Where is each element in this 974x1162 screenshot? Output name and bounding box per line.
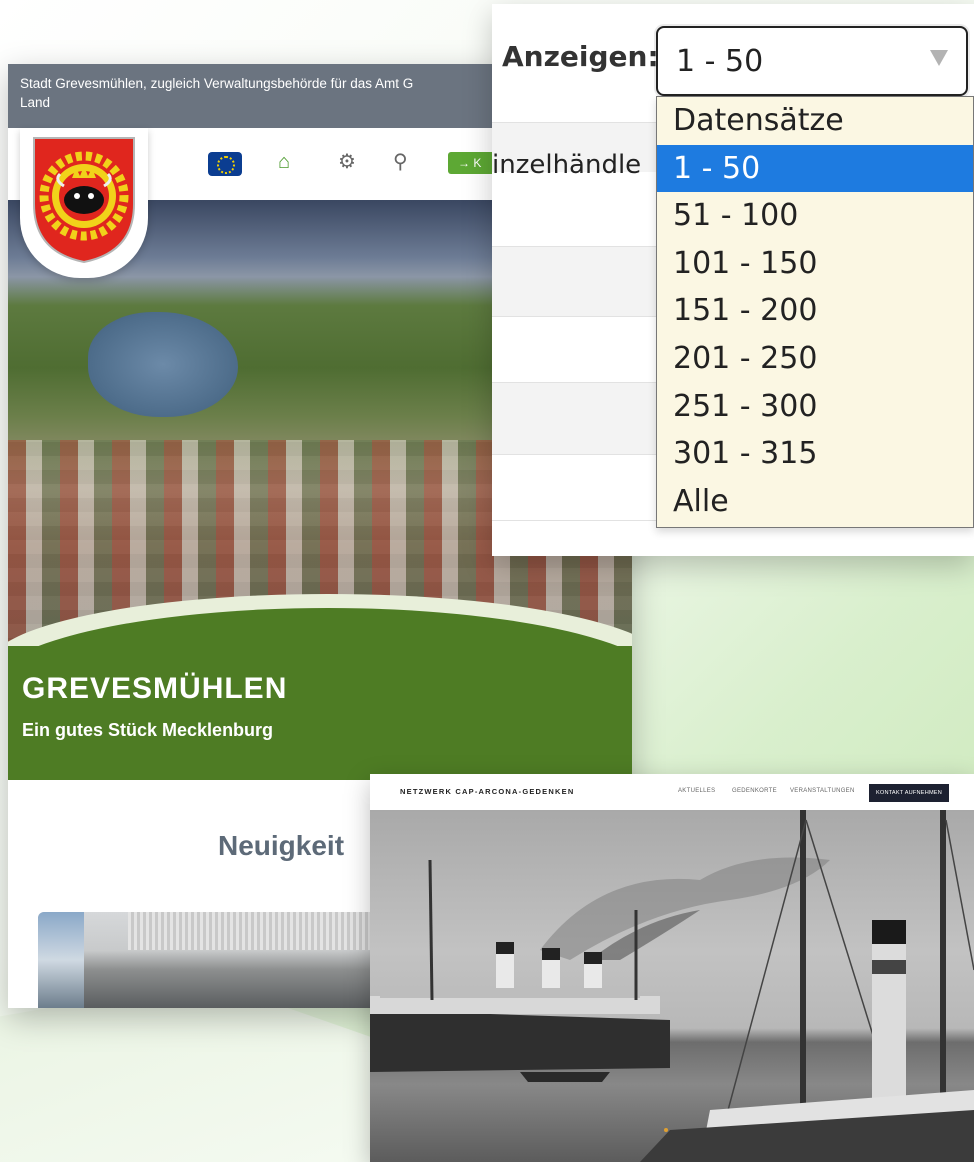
home-icon[interactable]: ⌂	[278, 150, 290, 174]
select-option[interactable]: 101 - 150	[657, 240, 973, 288]
dropdown-arrow-icon[interactable]	[930, 50, 948, 66]
select-option[interactable]: Datensätze	[657, 97, 973, 145]
city-title: GREVESMÜHLEN	[22, 672, 288, 705]
cap-arcona-website: NETZWERK CAP-ARCONA-GEDENKEN AKTUELLES G…	[370, 774, 974, 1162]
city-crest-logo[interactable]	[20, 128, 148, 278]
records-per-page-panel: inzelhändle Anzeigen: 1 - 50 Datensätze …	[492, 4, 974, 556]
select-option[interactable]: 151 - 200	[657, 287, 973, 335]
ship-photo	[370, 810, 974, 1162]
crest-icon	[33, 137, 135, 264]
contact-button[interactable]: KONTAKT AUFNEHMEN	[869, 784, 949, 802]
select-option-selected[interactable]: 1 - 50	[657, 144, 973, 193]
select-options-list: Datensätze 1 - 50 51 - 100 101 - 150 151…	[656, 96, 974, 528]
select-option[interactable]: 301 - 315	[657, 430, 973, 478]
gear-icon[interactable]: ⚙	[338, 150, 356, 174]
select-option[interactable]: 251 - 300	[657, 383, 973, 431]
search-icon[interactable]: ⚲	[393, 150, 408, 174]
city-subtitle: Ein gutes Stück Mecklenburg	[22, 720, 274, 740]
nav-link-aktuelles[interactable]: AKTUELLES	[678, 788, 715, 794]
arcona-brand[interactable]: NETZWERK CAP-ARCONA-GEDENKEN	[400, 787, 574, 796]
nav-link-veranstaltungen[interactable]: VERANSTALTUNGEN	[790, 788, 855, 794]
select-option[interactable]: 51 - 100	[657, 192, 973, 240]
news-article-image[interactable]	[38, 912, 398, 1008]
green-banner	[8, 608, 632, 780]
news-heading: Neuigkeit	[218, 830, 345, 861]
select-option[interactable]: Alle	[657, 478, 973, 526]
hero-lake	[88, 312, 238, 417]
arcona-header: NETZWERK CAP-ARCONA-GEDENKEN AKTUELLES G…	[370, 774, 974, 810]
select-current-value: 1 - 50	[676, 44, 764, 79]
show-label: Anzeigen:	[502, 40, 659, 73]
records-select[interactable]: 1 - 50	[656, 26, 968, 96]
table-cell-text: inzelhändle	[492, 150, 642, 180]
eu-flag-icon[interactable]	[208, 152, 242, 176]
nav-link-gedenkorte[interactable]: GEDENKORTE	[732, 788, 777, 794]
select-option[interactable]: 201 - 250	[657, 335, 973, 383]
ship-illustration	[370, 810, 974, 1162]
